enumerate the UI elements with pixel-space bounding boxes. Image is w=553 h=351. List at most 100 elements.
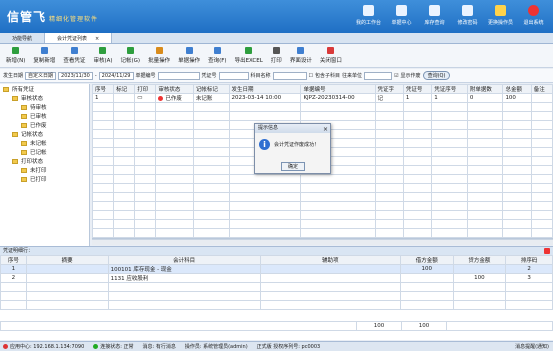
empty-cell xyxy=(300,219,376,229)
tree-node[interactable]: 审核状态 xyxy=(0,95,89,104)
grid-column-header[interactable]: 附单据数 xyxy=(466,84,504,94)
dialog-message: 会计凭证作废成功！ xyxy=(274,142,320,148)
tree-node[interactable]: 记帐状态 xyxy=(0,131,89,140)
toolbar-button[interactable]: 导出EXCEL xyxy=(231,44,267,67)
grid-column-header[interactable]: 备注 xyxy=(530,84,553,94)
tree-node[interactable]: 所有凭证 xyxy=(0,86,89,95)
tree-node[interactable]: 已打印 xyxy=(0,176,89,185)
topnav-item[interactable]: 单据中心 xyxy=(386,3,417,26)
empty-row xyxy=(91,174,553,184)
toolbar-button[interactable]: 界面设计 xyxy=(286,44,316,67)
empty-cell xyxy=(530,183,553,193)
info-dialog: 提示信息 × i 会计凭证作废成功！ 确定 xyxy=(254,123,331,174)
horizontal-scrollbar[interactable] xyxy=(92,239,553,245)
empty-cell xyxy=(399,291,454,301)
toolbar-button[interactable]: 单据操作 xyxy=(174,44,204,67)
include-sub-checkbox[interactable]: ☐ xyxy=(309,73,313,79)
toolbar-button[interactable]: 记帐(G) xyxy=(117,44,145,67)
grid-column-header[interactable]: 总金额 xyxy=(502,84,532,94)
folder-icon xyxy=(21,177,27,182)
notify-link[interactable]: 消息提醒(通知) xyxy=(515,343,549,350)
date-to-field[interactable]: 2024/11/29 xyxy=(98,71,134,80)
audit-icon xyxy=(99,47,107,54)
toolbar-button[interactable]: 打印 xyxy=(267,44,286,67)
empty-cell xyxy=(155,228,194,238)
folder-icon xyxy=(21,141,27,146)
detail-row[interactable]: 1 100101 库存现金 - 现金 100 2 xyxy=(0,264,553,274)
dialog-ok-button[interactable]: 确定 xyxy=(281,162,305,171)
tab-function-nav[interactable]: 功能导航 xyxy=(0,33,46,43)
empty-cell xyxy=(502,192,532,202)
show-voided-checkbox[interactable]: ☑ xyxy=(394,73,398,79)
query-button[interactable]: 查询(Q) xyxy=(422,71,451,80)
topnav-item[interactable]: 修改密码 xyxy=(452,3,483,26)
detail-column-header[interactable]: 借方金额 xyxy=(399,255,454,265)
voucher-no-input[interactable] xyxy=(218,71,249,80)
toolbar-button[interactable]: 复制新增 xyxy=(29,44,59,67)
connection-icon xyxy=(93,344,99,349)
toolbar-button[interactable]: 查看凭证 xyxy=(59,44,89,67)
topnav-item[interactable]: 库存查询 xyxy=(419,3,450,26)
empty-cell xyxy=(300,174,376,184)
entity-input[interactable] xyxy=(364,71,393,80)
tab-voucher-list[interactable]: 会计凭证列表 × xyxy=(45,33,113,43)
tree-node[interactable]: 待审核 xyxy=(0,104,89,113)
grid-column-header[interactable]: 序号 xyxy=(91,84,115,94)
table-row[interactable]: 1 ▭ 已作废 未记账 2023-03-14 10:00 KJPZ-20230314-00… xyxy=(91,93,553,103)
empty-cell xyxy=(300,111,376,121)
subject-input[interactable] xyxy=(272,71,307,80)
tree-node[interactable]: 打印状态 xyxy=(0,158,89,167)
empty-cell xyxy=(228,102,302,112)
detail-column-header[interactable]: 贷方金额 xyxy=(452,255,507,265)
tree-node[interactable]: 已作废 xyxy=(0,122,89,131)
empty-cell xyxy=(452,300,507,310)
tab-close-icon[interactable]: × xyxy=(95,36,99,42)
grid-column-header[interactable]: 审核状态 xyxy=(155,84,194,94)
tree-node[interactable]: 未记帐 xyxy=(0,140,89,149)
date-range-select[interactable]: 自定义日期 xyxy=(25,71,57,80)
topnav-item[interactable]: 我的工作台 xyxy=(353,3,384,26)
grid-cell-bill: KJPZ-20230314-00 xyxy=(300,93,376,103)
bill-no-input[interactable] xyxy=(157,71,200,80)
tree-label: 记帐状态 xyxy=(21,132,44,138)
detail-title-bar: 凭证明细行： xyxy=(0,246,553,255)
cell-text: 记 xyxy=(377,96,384,102)
detail-column-header[interactable]: 摘要 xyxy=(25,255,109,265)
topnav-item[interactable]: 更换操作员 xyxy=(485,3,516,26)
toolbar-button[interactable]: 批量操作 xyxy=(144,44,174,67)
toolbar-button[interactable]: 关闭窗口 xyxy=(316,44,346,67)
grid-column-header[interactable]: 凭证号 xyxy=(402,84,433,94)
grid-column-header[interactable]: 记帐标记 xyxy=(192,84,230,94)
empty-cell xyxy=(155,183,194,193)
detail-column-header[interactable]: 辅助项 xyxy=(259,255,401,265)
grid-column-header[interactable]: 发生日期 xyxy=(228,84,302,94)
topnav-item[interactable]: 退出系统 xyxy=(518,3,549,26)
grid-column-header[interactable]: 单据编号 xyxy=(300,84,376,94)
toolbar-button[interactable]: 新增(N) xyxy=(2,44,29,67)
toolbar-label: 新增(N) xyxy=(6,58,26,64)
dialog-close-icon[interactable]: × xyxy=(323,125,328,134)
show-voided-label: 显示作废 xyxy=(400,73,421,79)
date-from-field[interactable]: 2023/11/30 xyxy=(58,71,93,80)
empty-cell xyxy=(155,111,194,121)
detail-column-header[interactable]: 序号 xyxy=(0,255,27,265)
tree-node[interactable]: 已记帐 xyxy=(0,149,89,158)
detail-grid: 序号 摘要 会计科目 辅助项 借方金额 贷方金额 排序码 1 100101 库存现金 - 现金… xyxy=(0,255,553,340)
grid-column-header[interactable]: 标记 xyxy=(113,84,136,94)
grid-column-header[interactable]: 凭证字 xyxy=(374,84,404,94)
tree-node[interactable]: 未打印 xyxy=(0,167,89,176)
topnav-label: 我的工作台 xyxy=(355,20,381,26)
detail-column-header[interactable]: 排序码 xyxy=(505,255,553,265)
grid-cell-date: 2023-03-14 10:00 xyxy=(228,93,302,103)
tree-node[interactable]: 已审核 xyxy=(0,113,89,122)
close-icon xyxy=(327,47,335,54)
grid-column-header[interactable]: 打印 xyxy=(134,84,157,94)
range-sep: - xyxy=(94,72,97,79)
toolbar-button[interactable]: 审核(A) xyxy=(89,44,116,67)
detail-close-icon[interactable] xyxy=(544,248,550,254)
toolbar-label: 关闭窗口 xyxy=(319,58,342,64)
detail-column-header[interactable]: 会计科目 xyxy=(107,255,261,265)
grid-column-header[interactable]: 凭证序号 xyxy=(431,84,468,94)
toolbar-button[interactable]: 查询(F) xyxy=(204,44,230,67)
detail-row[interactable]: 2 1131 应收股利 100 3 xyxy=(0,273,553,283)
